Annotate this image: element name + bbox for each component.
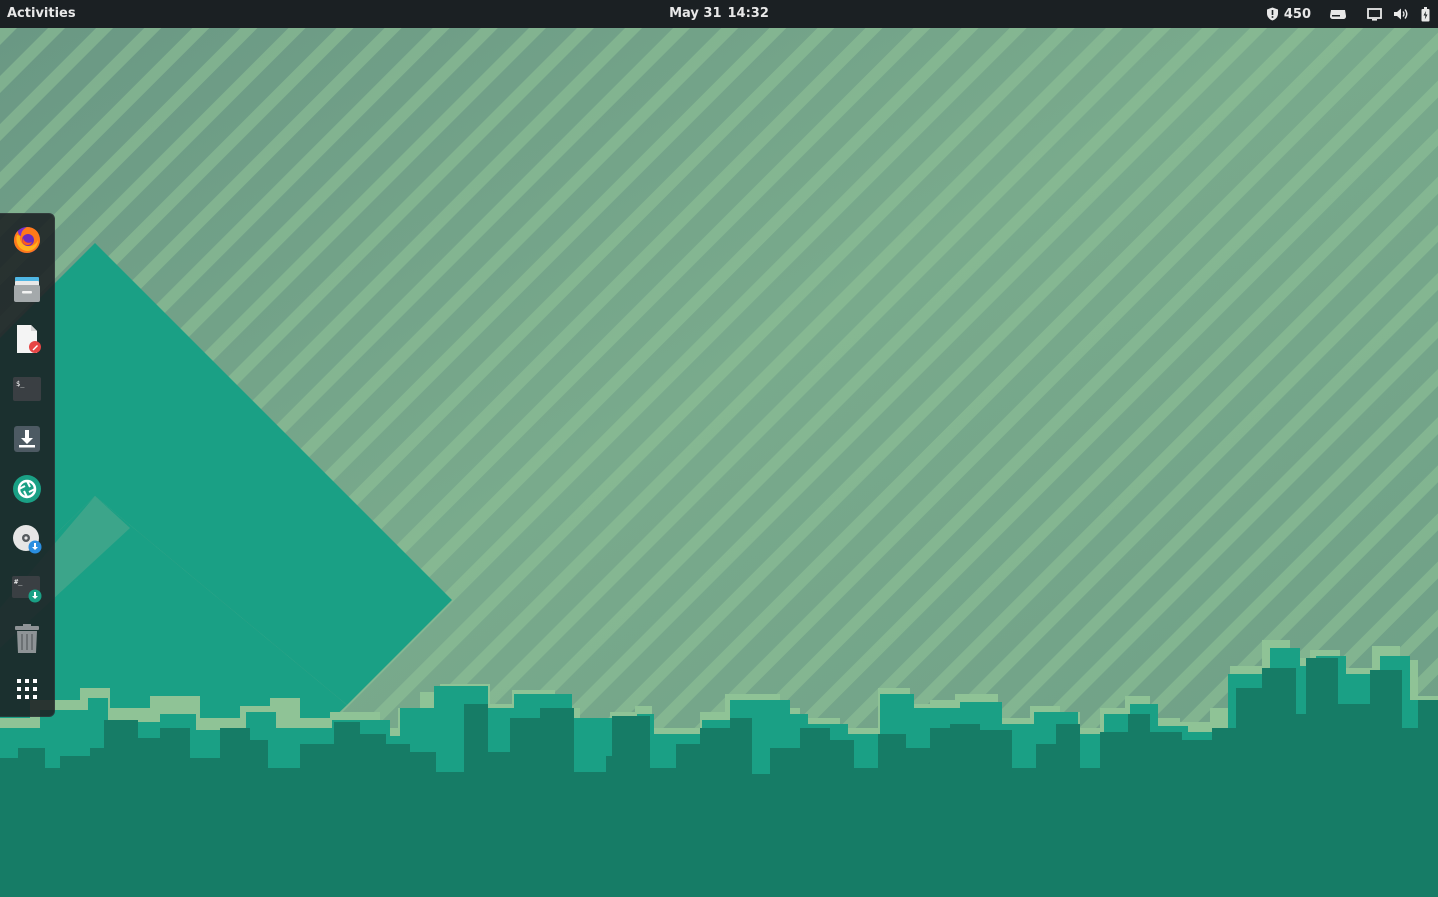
battery-indicator[interactable]: [1421, 0, 1430, 28]
camera-shutter-icon: [13, 475, 41, 503]
removable-drive-indicator[interactable]: [1329, 0, 1347, 28]
dock: $_ #_: [0, 213, 55, 717]
svg-text:$_: $_: [16, 380, 25, 388]
firefox-icon: [14, 227, 40, 253]
clock-date: May 31: [669, 6, 722, 21]
drive-icon: [1330, 10, 1346, 19]
disc-download-icon: [13, 525, 42, 554]
dock-item-terminal[interactable]: $_: [7, 369, 47, 409]
terminal-download-icon: #_: [12, 576, 42, 603]
dock-item-root-terminal[interactable]: #_: [7, 569, 47, 609]
trash-icon: [15, 624, 39, 653]
clock: May 31 14:32: [0, 0, 1438, 28]
dock-item-show-applications[interactable]: [7, 669, 47, 709]
updates-count: 450: [1283, 6, 1311, 22]
display-indicator[interactable]: [1367, 0, 1382, 28]
updates-indicator[interactable]: 450: [1266, 0, 1311, 28]
dock-item-disk-writer[interactable]: [7, 519, 47, 559]
top-panel: Activities May 31 14:32 450: [0, 0, 1438, 28]
dock-item-trash[interactable]: [7, 619, 47, 659]
battery-icon: [1421, 6, 1430, 21]
download-icon: [14, 426, 40, 452]
system-tray: 450: [1250, 0, 1430, 28]
dock-item-text-editor[interactable]: [7, 319, 47, 359]
display-icon: [1367, 7, 1382, 21]
activities-button[interactable]: Activities: [0, 0, 83, 28]
file-manager-icon: [14, 277, 40, 302]
desktop-wallpaper: [0, 28, 1438, 897]
dock-item-firefox[interactable]: [7, 219, 47, 259]
clock-time: 14:32: [727, 6, 769, 21]
app-grid-icon: [17, 679, 37, 699]
dock-item-screenshot[interactable]: [7, 469, 47, 509]
volume-indicator[interactable]: [1393, 0, 1409, 28]
clock-button[interactable]: May 31 14:32: [669, 6, 769, 21]
volume-icon: [1394, 8, 1408, 20]
svg-text:#_: #_: [14, 578, 23, 586]
text-editor-icon: [17, 325, 41, 353]
shield-icon: [1266, 7, 1278, 21]
dock-item-files[interactable]: [7, 269, 47, 309]
terminal-icon: $_: [13, 377, 41, 401]
dock-item-software-installer[interactable]: [7, 419, 47, 459]
